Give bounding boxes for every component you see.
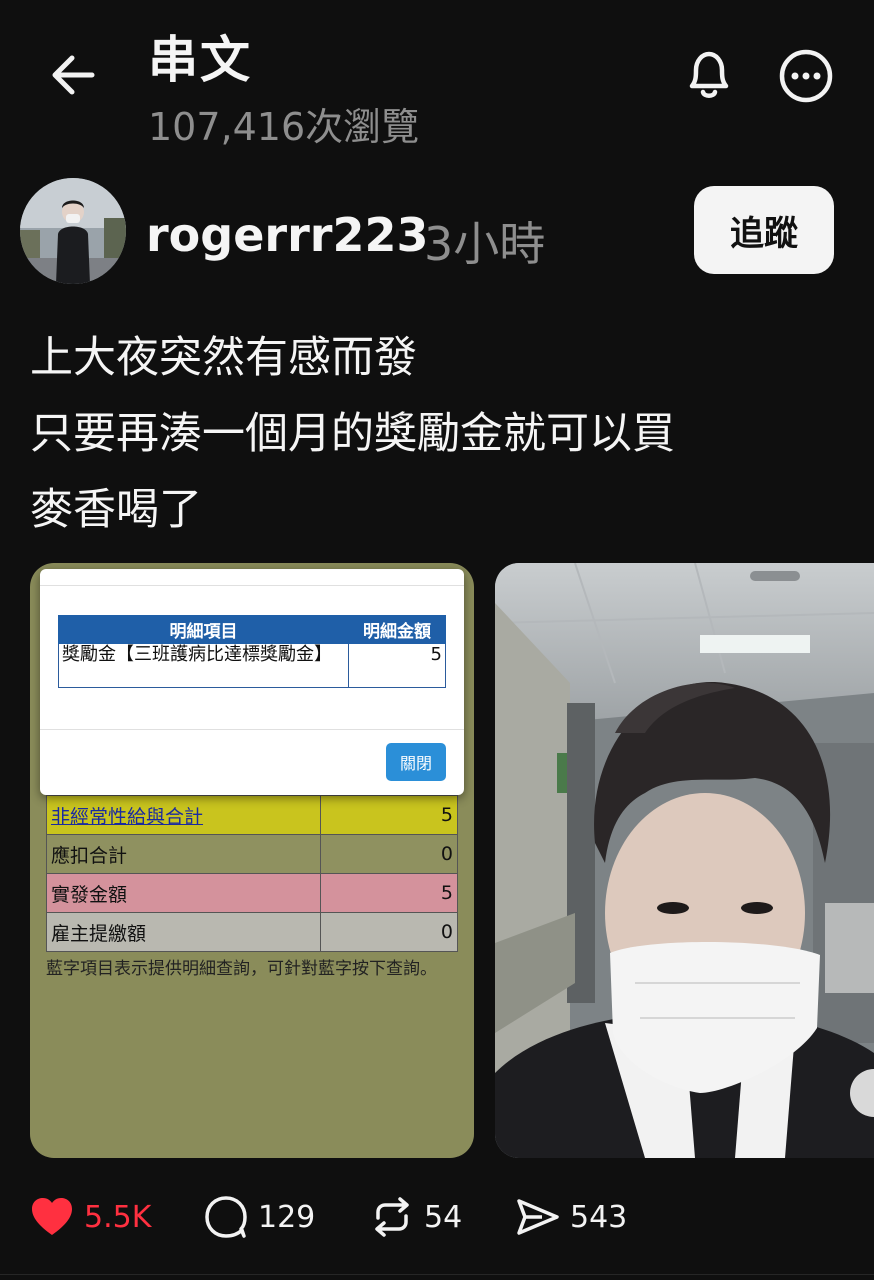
table-row: 雇主提繳額 0: [46, 912, 458, 952]
repost-icon: [375, 1197, 409, 1237]
row-label: 實發金額: [46, 873, 321, 913]
back-arrow-icon: [52, 55, 95, 95]
post-image-payslip[interactable]: 非經常性給與合計 5 應扣合計 0 實發金額 5 雇主提繳額 0 藍字項目表示提…: [30, 563, 474, 1158]
row-label: 應扣合計: [46, 834, 321, 874]
comment-button[interactable]: 129: [204, 1192, 315, 1242]
selfie-photo: [495, 563, 874, 1158]
table-row: 實發金額 5: [46, 873, 458, 913]
post-image-selfie[interactable]: [495, 563, 874, 1158]
row-value: 0: [320, 912, 458, 952]
post-line: 只要再湊一個月的獎勵金就可以買: [30, 409, 675, 459]
table-row: 非經常性給與合計 5: [46, 795, 458, 835]
comment-icon: [205, 1196, 247, 1238]
post-line: 上大夜突然有感而發: [30, 333, 417, 383]
row-value: 0: [320, 834, 458, 874]
username[interactable]: rogerrr223: [146, 208, 429, 262]
share-count: 543: [570, 1199, 628, 1235]
more-icon: [779, 49, 833, 103]
row-label[interactable]: 非經常性給與合計: [46, 795, 321, 835]
col-header-amount: 明細金額: [348, 615, 446, 644]
more-options-button[interactable]: [778, 48, 834, 104]
detail-modal: 明細項目 明細金額 獎勵金【三班護病比達標獎勵金】 5 關閉: [40, 569, 464, 795]
repost-count: 54: [424, 1199, 463, 1235]
detail-item: 獎勵金【三班護病比達標獎勵金】: [58, 643, 349, 688]
notification-button[interactable]: [682, 46, 736, 104]
view-count: 107,416次瀏覽: [148, 105, 420, 149]
row-value: 5: [320, 795, 458, 835]
post-text: 上大夜突然有感而發 只要再湊一個月的獎勵金就可以買 麥香喝了: [30, 320, 860, 548]
back-button[interactable]: [48, 52, 98, 98]
like-button[interactable]: 5.5K: [30, 1192, 151, 1242]
mute-icon[interactable]: [850, 1071, 874, 1115]
like-count: 5.5K: [84, 1199, 152, 1235]
col-header-item: 明細項目: [58, 615, 349, 644]
detail-table: 明細項目 明細金額 獎勵金【三班護病比達標獎勵金】 5: [58, 615, 446, 688]
payslip-table: 非經常性給與合計 5 應扣合計 0 實發金額 5 雇主提繳額 0: [46, 795, 458, 952]
share-icon: [517, 1199, 559, 1235]
row-label: 雇主提繳額: [46, 912, 321, 952]
share-button[interactable]: 543: [516, 1192, 627, 1242]
post-time: 3小時: [424, 217, 546, 271]
detail-amount: 5: [348, 643, 446, 688]
follow-button[interactable]: 追蹤: [694, 186, 834, 274]
close-button[interactable]: 關閉: [386, 743, 446, 781]
avatar[interactable]: [20, 178, 126, 284]
post-line: 麥香喝了: [30, 485, 202, 535]
page-title: 串文: [148, 31, 252, 89]
repost-button[interactable]: 54: [370, 1192, 462, 1242]
bell-icon: [689, 51, 729, 98]
payslip-note: 藍字項目表示提供明細查詢，可針對藍字按下查詢。: [46, 959, 437, 979]
row-value: 5: [320, 873, 458, 913]
comment-count: 129: [258, 1199, 316, 1235]
heart-icon: [32, 1198, 72, 1235]
table-row: 應扣合計 0: [46, 834, 458, 874]
divider: [0, 1274, 874, 1275]
